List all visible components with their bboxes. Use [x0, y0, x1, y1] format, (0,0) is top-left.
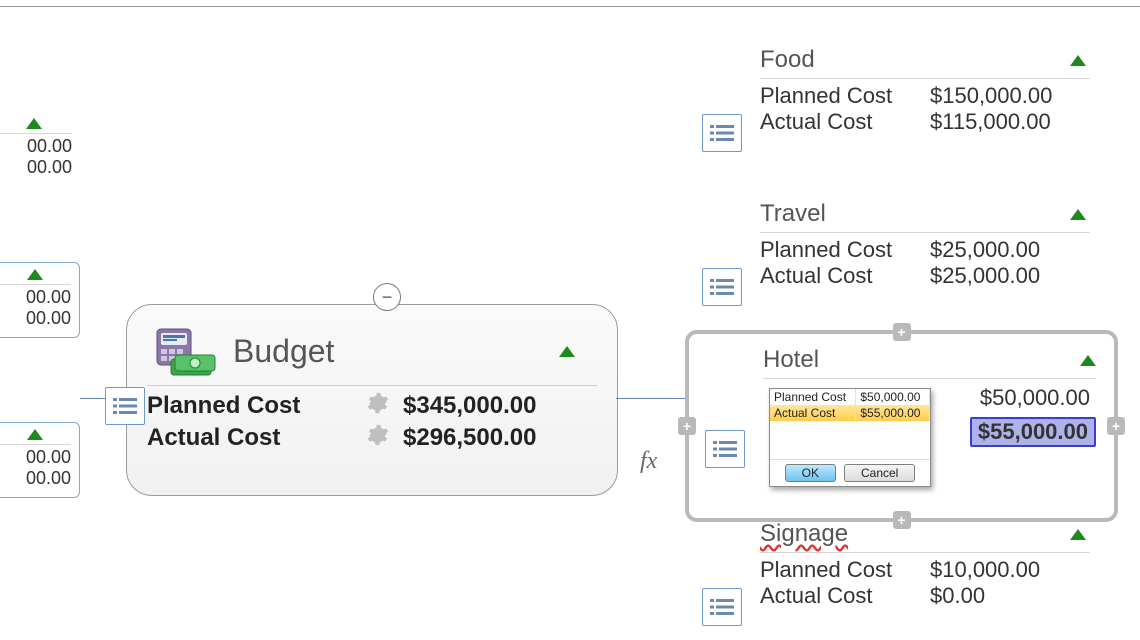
list-icon[interactable] — [105, 387, 145, 425]
planned-cost-label: Planned Cost — [760, 557, 930, 583]
list-icon[interactable] — [705, 430, 745, 468]
actual-cost-value: $0.00 — [930, 583, 1090, 609]
window-top-border — [0, 6, 1140, 7]
up-triangle-icon — [27, 269, 43, 280]
up-triangle-icon — [1070, 529, 1086, 540]
left-stub-2: 00.00 00.00 — [0, 262, 80, 338]
budget-icon — [151, 323, 217, 379]
node-hotel-selected-frame[interactable]: + + + + Hotel $50,000.00 $55,000.00 Plan… — [685, 330, 1118, 522]
gear-icon[interactable] — [367, 392, 389, 414]
actual-cost-value: $115,000.00 — [930, 109, 1090, 135]
planned-cost-value: $25,000.00 — [930, 237, 1090, 263]
popup-planned-value[interactable]: $50,000.00 — [856, 389, 930, 405]
actual-cost-label: Actual Cost — [147, 424, 367, 452]
connector-line — [616, 398, 685, 399]
budget-node[interactable]: − Budget Planned Cost $345,000.00 Actual… — [126, 304, 618, 496]
up-triangle-icon — [27, 429, 43, 440]
planned-cost-label: Planned Cost — [147, 392, 367, 420]
actual-cost-label: Actual Cost — [760, 583, 930, 609]
budget-title: Budget — [233, 333, 559, 370]
cancel-button[interactable]: Cancel — [844, 464, 915, 482]
add-handle-top[interactable]: + — [893, 323, 911, 341]
planned-cost-label: Planned Cost — [760, 237, 930, 263]
up-triangle-icon — [559, 346, 575, 357]
planned-cost-value: $345,000.00 — [403, 392, 597, 420]
node-food[interactable]: Food Planned Cost$150,000.00 Actual Cost… — [760, 46, 1090, 135]
left-stub-value: 00.00 — [0, 136, 72, 157]
up-triangle-icon — [1080, 355, 1096, 366]
left-stub-value: 00.00 — [0, 287, 71, 308]
node-signage[interactable]: Signage Planned Cost$10,000.00 Actual Co… — [760, 520, 1090, 609]
planned-cost-label: Planned Cost — [760, 83, 930, 109]
actual-cost-value-selected[interactable]: $55,000.00 — [970, 417, 1096, 447]
list-icon[interactable] — [702, 114, 742, 152]
collapse-toggle[interactable]: − — [373, 283, 401, 311]
list-icon[interactable] — [702, 588, 742, 626]
popup-actual-label: Actual Cost — [770, 405, 856, 421]
add-handle-right[interactable]: + — [1107, 417, 1125, 435]
left-stub-value: 00.00 — [0, 308, 71, 329]
add-handle-left[interactable]: + — [678, 417, 696, 435]
cost-edit-popup[interactable]: Planned Cost$50,000.00 Actual Cost$55,00… — [769, 388, 931, 487]
left-stub-value: 00.00 — [0, 157, 72, 178]
planned-cost-value: $50,000.00 — [974, 385, 1096, 411]
actual-cost-label: Actual Cost — [760, 263, 930, 289]
fx-icon[interactable]: fx — [640, 448, 657, 475]
ok-button[interactable]: OK — [785, 464, 836, 482]
left-stub-1: 00.00 00.00 — [0, 112, 80, 186]
popup-planned-label: Planned Cost — [770, 389, 856, 405]
node-title: Travel — [760, 200, 826, 228]
planned-cost-value: $10,000.00 — [930, 557, 1090, 583]
left-stub-3: 00.00 00.00 — [0, 422, 80, 498]
node-travel[interactable]: Travel Planned Cost$25,000.00 Actual Cos… — [760, 200, 1090, 289]
actual-cost-label: Actual Cost — [760, 109, 930, 135]
list-icon[interactable] — [702, 268, 742, 306]
node-title: Hotel — [763, 346, 819, 374]
actual-cost-value: $25,000.00 — [930, 263, 1090, 289]
gear-icon[interactable] — [367, 424, 389, 446]
left-stub-value: 00.00 — [0, 468, 71, 489]
left-stub-value: 00.00 — [0, 447, 71, 468]
node-title: Food — [760, 46, 815, 74]
planned-cost-value: $150,000.00 — [930, 83, 1090, 109]
actual-cost-value: $296,500.00 — [403, 424, 597, 452]
popup-actual-value[interactable]: $55,000.00 — [856, 405, 930, 421]
up-triangle-icon — [1070, 55, 1086, 66]
node-title: Signage — [760, 520, 848, 548]
up-triangle-icon — [1070, 209, 1086, 220]
minus-icon: − — [382, 287, 393, 308]
up-triangle-icon — [26, 118, 42, 129]
